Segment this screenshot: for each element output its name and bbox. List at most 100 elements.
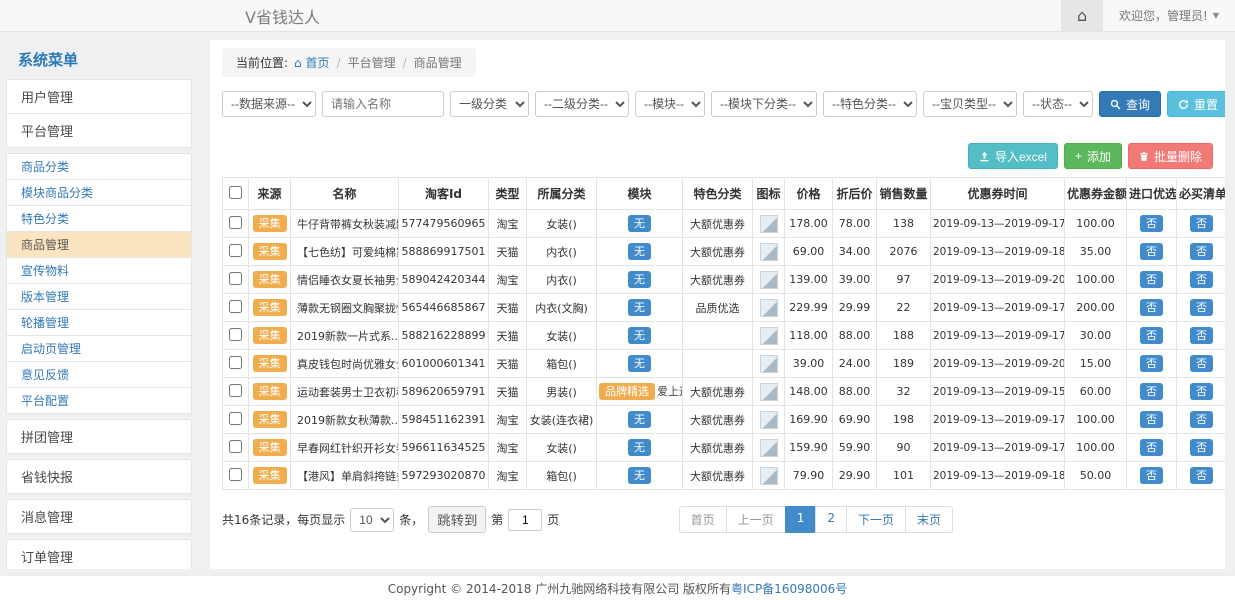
row-checkbox[interactable] bbox=[229, 328, 242, 341]
page-button[interactable]: 末页 bbox=[905, 506, 953, 533]
sidebar-item[interactable]: 拼团管理 bbox=[6, 419, 192, 454]
row-checkbox[interactable] bbox=[229, 412, 242, 425]
row-checkbox[interactable] bbox=[229, 300, 242, 313]
import-select-cell: 否 bbox=[1127, 266, 1177, 294]
topbar-right: ⌂ 欢迎您，管理员! ▼ bbox=[1061, 0, 1235, 31]
import-select-cell: 否 bbox=[1127, 294, 1177, 322]
product-thumbnail bbox=[760, 355, 778, 373]
sidebar-item[interactable]: 消息管理 bbox=[6, 499, 192, 534]
column-header: 名称 bbox=[291, 178, 399, 210]
row-checkbox[interactable] bbox=[229, 384, 242, 397]
page-button[interactable]: 2 bbox=[815, 506, 847, 533]
icon-cell bbox=[753, 266, 785, 294]
row-checkbox[interactable] bbox=[229, 216, 242, 229]
sidebar-item[interactable]: 轮播管理 bbox=[6, 309, 192, 336]
row-checkbox[interactable] bbox=[229, 440, 242, 453]
sidebar-item[interactable]: 宣传物料 bbox=[6, 257, 192, 284]
sidebar-item[interactable]: 商品分类 bbox=[6, 153, 192, 180]
row-checkbox[interactable] bbox=[229, 272, 242, 285]
import-select-badge: 否 bbox=[1140, 299, 1163, 317]
sidebar-item[interactable]: 特色分类 bbox=[6, 205, 192, 232]
sidebar-item[interactable]: 平台管理 bbox=[6, 113, 192, 148]
import-excel-button[interactable]: 导入excel bbox=[968, 143, 1058, 169]
module-badge: 无 bbox=[628, 411, 651, 429]
must-buy-cell: 否 bbox=[1177, 406, 1226, 434]
user-dropdown[interactable]: 欢迎您，管理员! ▼ bbox=[1103, 0, 1235, 31]
module-cell: 无 bbox=[597, 350, 683, 378]
coupon-amount-cell: 100.00 bbox=[1065, 406, 1127, 434]
icon-cell bbox=[753, 406, 785, 434]
page-button[interactable]: 首页 bbox=[679, 506, 727, 533]
import-select-badge: 否 bbox=[1140, 215, 1163, 233]
filter-select[interactable]: --宝贝类型-- bbox=[923, 91, 1017, 117]
sidebar-item[interactable]: 意见反馈 bbox=[6, 361, 192, 388]
product-thumbnail bbox=[760, 243, 778, 261]
action-row: 导入excel + 添加 批量删除 bbox=[222, 143, 1213, 169]
sidebar-item[interactable]: 省钱快报 bbox=[6, 459, 192, 494]
reset-button[interactable]: 重置 bbox=[1167, 91, 1225, 117]
row-checkbox[interactable] bbox=[229, 244, 242, 257]
sidebar-item[interactable]: 版本管理 bbox=[6, 283, 192, 310]
filter-select[interactable]: --数据来源-- bbox=[222, 91, 316, 117]
module-cell: 无 bbox=[597, 406, 683, 434]
pager: 首页上一页12下一页末页 bbox=[680, 506, 953, 533]
taoke-id-cell: 597293020870 bbox=[399, 462, 489, 490]
taoke-id-cell: 577479560965 bbox=[399, 210, 489, 238]
welcome-text: 欢迎您，管理员! bbox=[1119, 7, 1208, 24]
row-checkbox-cell bbox=[223, 434, 249, 462]
price-cell: 39.00 bbox=[785, 350, 833, 378]
coupon-time-cell: 2019-09-13—2019-09-15 bbox=[931, 378, 1065, 406]
sidebar-item[interactable]: 平台配置 bbox=[6, 387, 192, 414]
filter-select[interactable]: --特色分类-- bbox=[823, 91, 917, 117]
module-extra-label: 爱上运动 bbox=[657, 385, 683, 398]
sidebar-title: 系统菜单 bbox=[6, 40, 192, 80]
products-table: 来源名称淘客Id类型所属分类模块特色分类图标价格折后价销售数量优惠券时间优惠券金… bbox=[222, 177, 1225, 490]
batch-delete-button[interactable]: 批量删除 bbox=[1128, 143, 1213, 169]
record-count-text: 共16条记录，每页显示 bbox=[222, 511, 345, 528]
app-title: V省钱达人 bbox=[245, 4, 320, 28]
breadcrumb-home-link[interactable]: ⌂ 首页 bbox=[294, 54, 329, 71]
must-buy-badge: 否 bbox=[1190, 439, 1213, 457]
icon-cell bbox=[753, 294, 785, 322]
filter-select[interactable]: --二级分类-- bbox=[535, 91, 629, 117]
icp-link[interactable]: 粤ICP备16098006号 bbox=[731, 580, 847, 597]
page-button[interactable]: 上一页 bbox=[726, 506, 786, 533]
icon-cell bbox=[753, 462, 785, 490]
source-badge: 采集 bbox=[253, 383, 287, 401]
sidebar: 系统菜单 用户管理平台管理商品分类模块商品分类特色分类商品管理宣传物料版本管理轮… bbox=[6, 40, 192, 569]
page-button[interactable]: 1 bbox=[785, 506, 817, 533]
product-thumbnail bbox=[760, 439, 778, 457]
name-search-input[interactable] bbox=[322, 91, 444, 117]
page-size-select[interactable]: 10 bbox=[350, 508, 394, 532]
add-button[interactable]: + 添加 bbox=[1064, 143, 1122, 169]
search-button[interactable]: 查询 bbox=[1099, 91, 1161, 117]
sidebar-item[interactable]: 用户管理 bbox=[6, 79, 192, 114]
sidebar-item[interactable]: 订单管理 bbox=[6, 539, 192, 569]
module-badge: 无 bbox=[628, 327, 651, 345]
source-badge: 采集 bbox=[253, 411, 287, 429]
filter-select[interactable]: --模块-- bbox=[635, 91, 705, 117]
column-header: 折后价 bbox=[833, 178, 877, 210]
price-cell: 118.00 bbox=[785, 322, 833, 350]
column-header: 来源 bbox=[249, 178, 291, 210]
filter-select[interactable]: --模块下分类-- bbox=[711, 91, 817, 117]
sidebar-item[interactable]: 商品管理 bbox=[6, 231, 192, 258]
row-checkbox[interactable] bbox=[229, 356, 242, 369]
page-button[interactable]: 下一页 bbox=[846, 506, 906, 533]
select-all-checkbox[interactable] bbox=[229, 186, 242, 199]
price-cell: 79.90 bbox=[785, 462, 833, 490]
home-button[interactable]: ⌂ bbox=[1061, 0, 1103, 31]
filter-select[interactable]: 一级分类 bbox=[450, 91, 529, 117]
import-select-cell: 否 bbox=[1127, 462, 1177, 490]
filter-select[interactable]: --状态-- bbox=[1023, 91, 1093, 117]
product-thumbnail bbox=[760, 327, 778, 345]
sidebar-item[interactable]: 启动页管理 bbox=[6, 335, 192, 362]
feature-category-cell: 大额优惠券 bbox=[683, 462, 753, 490]
discount-price-cell: 29.90 bbox=[833, 462, 877, 490]
sidebar-item[interactable]: 模块商品分类 bbox=[6, 179, 192, 206]
jump-page-input[interactable] bbox=[508, 509, 542, 531]
row-checkbox[interactable] bbox=[229, 468, 242, 481]
breadcrumb: 当前位置: ⌂ 首页 / 平台管理 / 商品管理 bbox=[222, 48, 476, 77]
jump-button[interactable]: 跳转到 bbox=[428, 506, 486, 533]
must-buy-badge: 否 bbox=[1190, 215, 1213, 233]
